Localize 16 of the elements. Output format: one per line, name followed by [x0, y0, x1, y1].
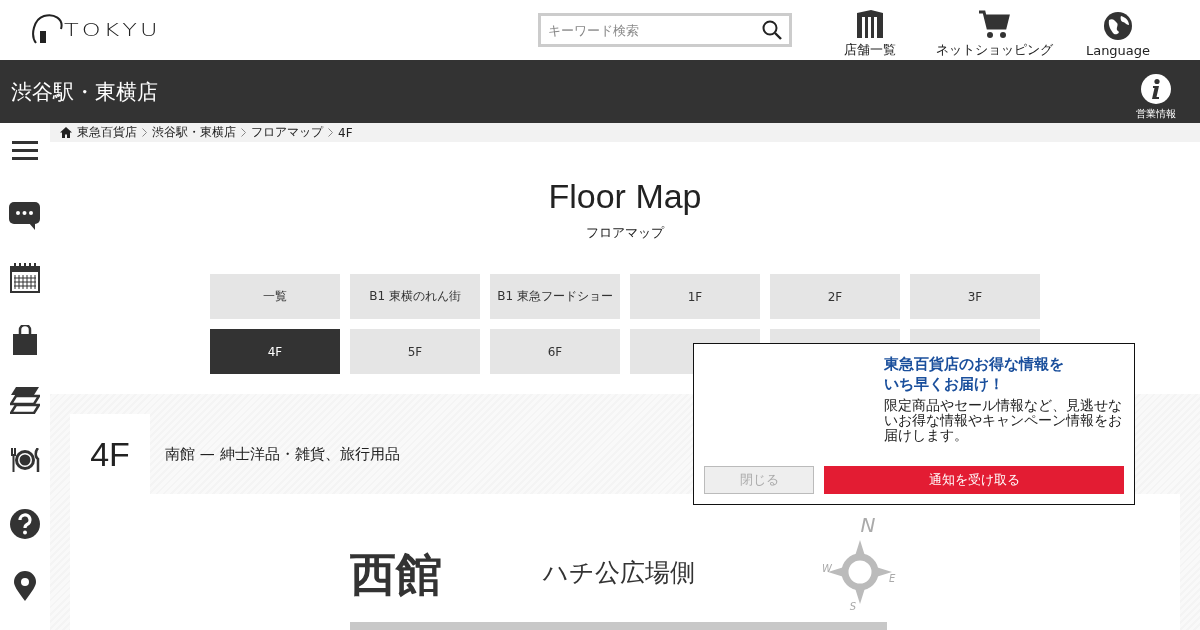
- compass-letter: E: [889, 573, 896, 584]
- compass-letter: N: [860, 518, 876, 537]
- logo-text: TOKYU: [64, 19, 161, 41]
- compass-letter: S: [849, 601, 857, 612]
- popup-message: 限定商品やセール情報など、見逃せないお得な情報やキャンペーン情報をお届けします。: [884, 398, 1123, 443]
- popup-title: いち早くお届け！: [884, 374, 1005, 394]
- side-label: ハチ公広場側: [543, 557, 695, 589]
- store-name: 渋谷駅・東横店: [11, 78, 159, 106]
- page-title: Floor Map: [548, 177, 702, 216]
- breadcrumb-current: 4F: [338, 125, 353, 140]
- floor-number: 4F: [70, 414, 150, 494]
- floor-description: 南館 — 紳士洋品・雑貨、旅行用品: [164, 443, 400, 465]
- popup-title: 東急百貨店のお得な情報を: [884, 354, 1064, 374]
- building-label: 西館: [350, 546, 442, 603]
- page-subtitle: フロアマップ: [586, 224, 664, 242]
- compass-letter: W: [822, 563, 832, 574]
